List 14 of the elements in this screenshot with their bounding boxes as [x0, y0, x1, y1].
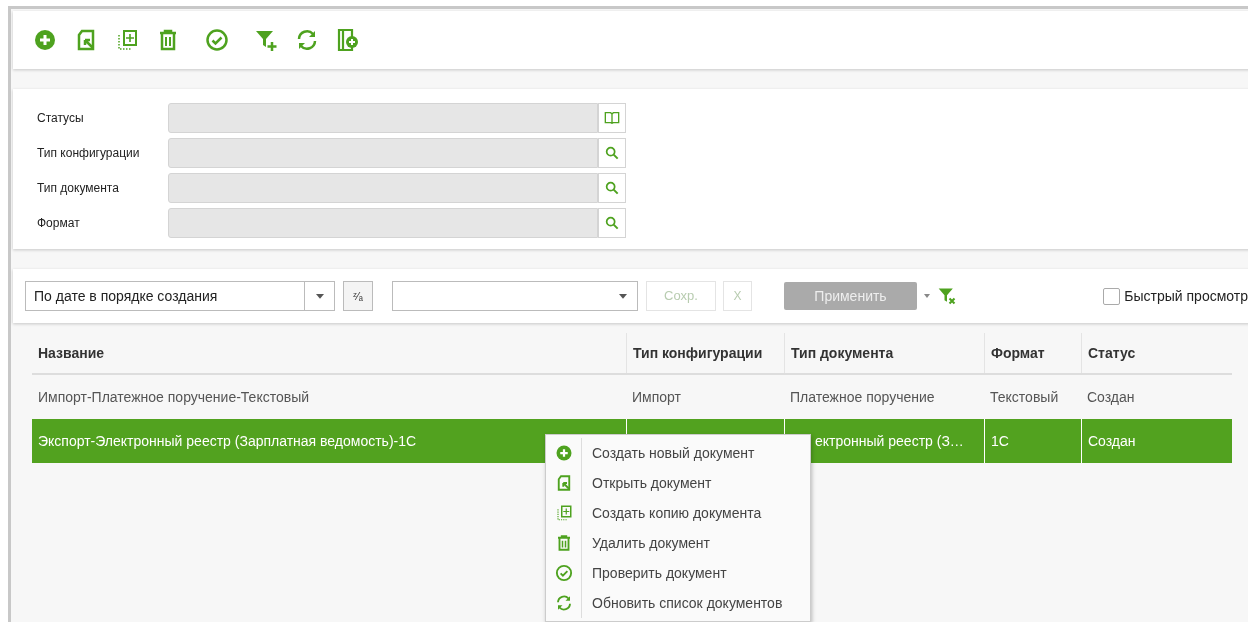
field-label: Формат [37, 215, 81, 232]
field-label: Тип документа [37, 180, 120, 197]
table-cell-text: Экспорт-Электронный реестр (Зарплатная ведомость)-1С [38, 431, 417, 451]
checkbox-label: Быстрый просмотр [1124, 286, 1248, 306]
table-cell-text: Текстовый [990, 387, 1059, 407]
table-cell-text: 1С [991, 431, 1009, 451]
table-cell-text: Платежное поручение [790, 387, 935, 407]
table-cell-text: Создан [1088, 431, 1136, 451]
field-label: Статусы [37, 110, 85, 127]
field-label: Тип конфигурации [37, 145, 141, 162]
table-cell-text: ектронный реестр (З… [815, 431, 964, 451]
table-cell-text: Импорт [632, 387, 681, 407]
table-cell-text: Создан [1087, 387, 1135, 407]
table-cell-text: Импорт-Платежное поручение-Текстовый [38, 387, 310, 407]
